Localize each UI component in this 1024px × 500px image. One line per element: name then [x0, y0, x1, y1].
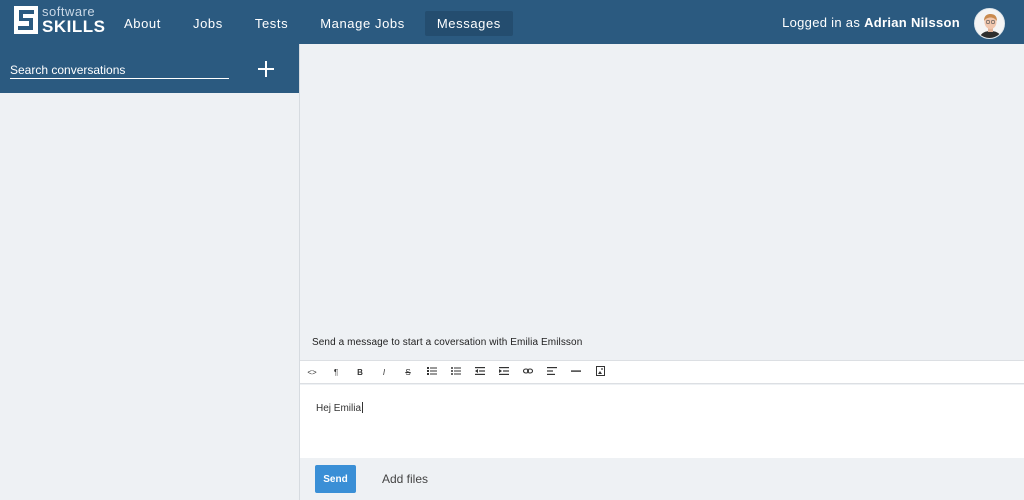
insert-image-icon[interactable] [593, 366, 607, 379]
nav-item-messages[interactable]: Messages [424, 11, 513, 36]
editor-toolbar: <> ¶ B I S [300, 360, 1024, 384]
strikethrough-icon[interactable]: S [401, 366, 415, 379]
italic-icon[interactable]: I [377, 366, 391, 379]
bold-icon[interactable]: B [353, 366, 367, 379]
paragraph-icon[interactable]: ¶ [329, 366, 343, 379]
user-name[interactable]: Adrian Nilsson [864, 15, 960, 30]
nav-item-jobs[interactable]: Jobs [181, 11, 235, 36]
sidebar-header [0, 44, 299, 93]
conversation-pane: Send a message to start a coversation wi… [300, 44, 1024, 500]
nav-item-manage-jobs[interactable]: Manage Jobs [308, 11, 417, 36]
software-skills-logo[interactable]: software SKILLS [14, 5, 106, 38]
code-view-icon[interactable]: <> [305, 366, 319, 379]
indent-icon[interactable] [497, 366, 511, 379]
text-caret [362, 402, 364, 413]
search-conversations-input[interactable] [10, 62, 229, 79]
user-avatar[interactable] [974, 8, 1005, 39]
login-prefix: Logged in as [782, 15, 861, 30]
login-status: Logged in as Adrian Nilsson [782, 15, 960, 30]
message-editor-content[interactable]: Hej Emilia [316, 402, 364, 414]
unordered-list-icon[interactable] [449, 366, 463, 379]
align-left-icon[interactable] [545, 366, 559, 379]
add-files-link[interactable]: Add files [382, 472, 428, 486]
ordered-list-icon[interactable] [425, 366, 439, 379]
top-navigation-bar: software SKILLS About Jobs Tests Manage … [0, 0, 1024, 44]
send-button[interactable]: Send [315, 465, 356, 493]
conversation-sidebar [0, 44, 299, 500]
outdent-icon[interactable] [473, 366, 487, 379]
start-conversation-hint: Send a message to start a coversation wi… [312, 337, 583, 348]
horizontal-rule-icon[interactable] [569, 366, 583, 379]
main-nav: About Jobs Tests Manage Jobs Messages [112, 11, 521, 36]
logo-text-bottom: SKILLS [42, 17, 106, 36]
nav-item-tests[interactable]: Tests [243, 11, 300, 36]
plus-icon[interactable] [256, 59, 276, 79]
message-text: Hej Emilia [316, 403, 362, 414]
user-avatar-icon [975, 9, 1004, 38]
nav-item-about[interactable]: About [112, 11, 173, 36]
link-icon[interactable] [521, 366, 535, 379]
logo-mark-icon [14, 6, 38, 34]
message-editor[interactable]: Hej Emilia [300, 385, 1024, 458]
